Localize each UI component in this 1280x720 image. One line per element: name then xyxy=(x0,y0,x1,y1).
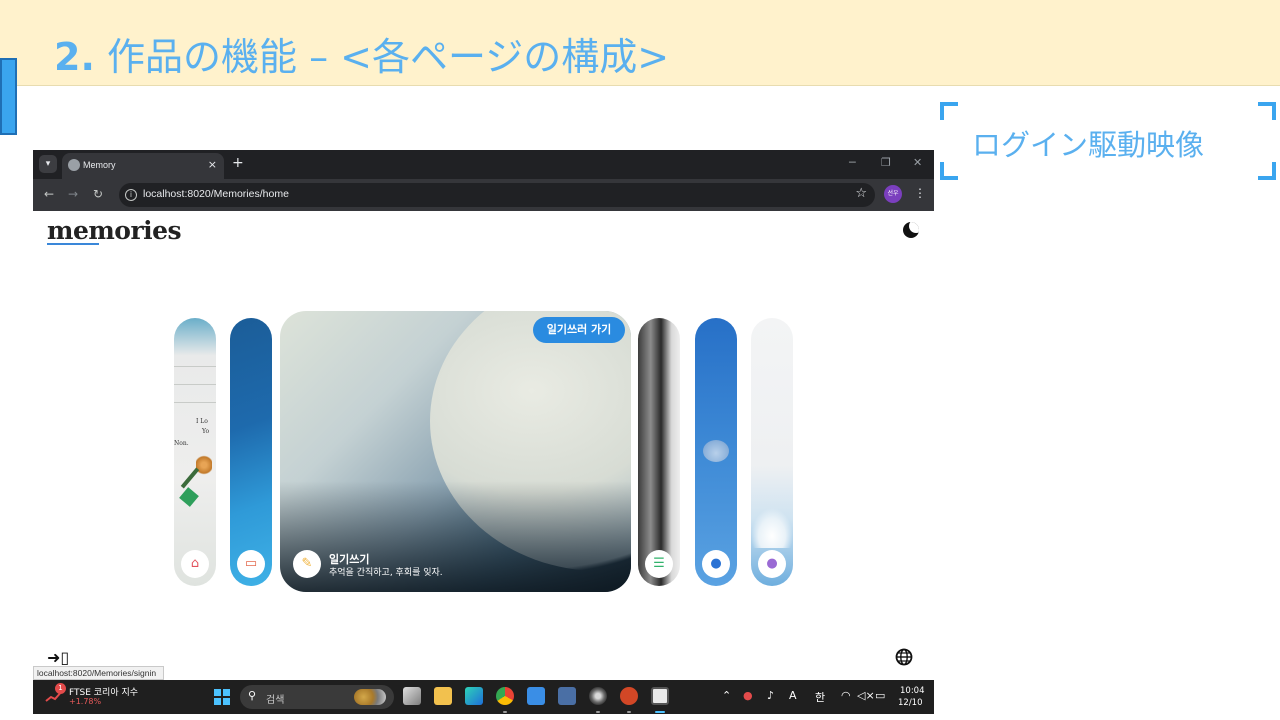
callout-frame: ログイン駆動映像 xyxy=(940,102,1276,180)
new-tab-icon[interactable]: + xyxy=(232,155,244,171)
flower-stem xyxy=(180,467,200,489)
logo-underline xyxy=(47,243,99,245)
paper-line xyxy=(174,384,216,385)
battery-icon[interactable]: ▭ xyxy=(875,689,885,702)
settings-gear-icon[interactable] xyxy=(589,687,607,705)
globe-icon[interactable] xyxy=(895,648,913,666)
callout-corner-tl xyxy=(940,102,958,120)
address-bar-url[interactable]: localhost:8020/Memories/home xyxy=(143,188,289,200)
microphone-icon[interactable]: ♪ xyxy=(767,689,774,702)
wifi-icon[interactable]: ◠ xyxy=(841,689,851,702)
flower-image xyxy=(196,454,212,476)
search-icon: ⚲ xyxy=(248,689,257,702)
profile-avatar[interactable]: 선우 xyxy=(884,185,902,203)
card-chat[interactable]: ● xyxy=(695,318,737,586)
card-paper-text: I Lo xyxy=(196,418,208,425)
diary-card-subtitle: 추억을 간직하고, 후회를 잊자. xyxy=(329,568,443,578)
id-card-icon[interactable]: ▭ xyxy=(237,550,265,578)
tab-favicon-globe-icon xyxy=(68,159,80,171)
browser-tabbar: ▾ Memory × + ─ ❐ ✕ xyxy=(33,150,934,179)
search-highlight-image xyxy=(354,689,386,705)
card-user[interactable]: ● xyxy=(751,318,793,586)
taskbar-clock-date[interactable]: 12/10 xyxy=(898,698,923,708)
back-icon[interactable]: ← xyxy=(44,187,54,201)
tray-app-icon[interactable]: ● xyxy=(743,689,753,702)
minimize-icon[interactable]: ─ xyxy=(849,156,856,169)
title-band: 2. 作品の機能 – <各ページの構成> xyxy=(0,0,1280,86)
windows-taskbar: 1 FTSE 코리아 지수 +1.78% ⚲ 검색 ⌃ ● ♪ A 한 ◠ ◁×… xyxy=(33,680,934,714)
sign-in-icon[interactable]: ➜▯ xyxy=(47,648,69,667)
cloud-image xyxy=(751,508,793,548)
tray-overflow-chevron-icon[interactable]: ⌃ xyxy=(722,689,731,702)
tab-close-icon[interactable]: × xyxy=(208,158,217,171)
chrome-icon[interactable] xyxy=(496,687,514,705)
card-list[interactable]: ☰ xyxy=(638,318,680,586)
widget-badge: 1 xyxy=(55,683,66,694)
tab-search-dropdown-icon[interactable]: ▾ xyxy=(39,155,57,173)
site-logo[interactable]: memories xyxy=(47,216,182,245)
pencil-icon[interactable]: ✎ xyxy=(293,550,321,578)
settings-running-indicator xyxy=(596,711,600,713)
card-home[interactable]: I Lo Yo Non. ⌂ xyxy=(174,318,216,586)
taskbar-search-placeholder: 검색 xyxy=(266,695,285,706)
close-window-icon[interactable]: ✕ xyxy=(913,156,922,169)
go-write-diary-button[interactable]: 일기쓰러 가기 xyxy=(533,317,625,343)
tray-language-indicator[interactable]: A xyxy=(789,689,797,702)
tray-ime-indicator[interactable]: 한 xyxy=(815,689,825,705)
card-profile-card[interactable]: ▭ xyxy=(230,318,272,586)
list-icon[interactable]: ☰ xyxy=(645,550,673,578)
callout-corner-bl xyxy=(940,162,958,180)
card-diary-main[interactable]: ✎ xyxy=(280,311,631,592)
dark-mode-moon-icon[interactable] xyxy=(903,222,919,238)
taskbar-search-box[interactable]: ⚲ 검색 xyxy=(240,685,394,709)
browser-toolbar: ← → ↻ i localhost:8020/Memories/home ☆ 선… xyxy=(33,179,934,211)
address-bar[interactable]: i localhost:8020/Memories/home ☆ xyxy=(119,183,875,207)
paper-line xyxy=(174,402,216,403)
callout-corner-tr xyxy=(1258,102,1276,120)
card-paper-text: Non. xyxy=(174,440,189,447)
paper-line xyxy=(174,366,216,367)
reload-icon[interactable]: ↻ xyxy=(93,187,103,201)
browser-tab[interactable]: Memory × xyxy=(62,153,224,179)
moon-image xyxy=(703,440,729,462)
home-icon[interactable]: ⌂ xyxy=(181,550,209,578)
forward-icon[interactable]: → xyxy=(68,187,78,201)
title-accent-bar xyxy=(0,58,17,135)
green-tape xyxy=(179,487,199,507)
restore-icon[interactable]: ❐ xyxy=(881,156,891,169)
tab-title: Memory xyxy=(83,160,116,170)
taskbar-clock-time[interactable]: 10:04 xyxy=(900,686,925,696)
speaker-mute-icon[interactable]: ◁× xyxy=(857,689,875,702)
powerpoint-icon[interactable] xyxy=(620,687,638,705)
browser-screenshot: ▾ Memory × + ─ ❐ ✕ ← → ↻ i localhost:802… xyxy=(33,150,934,714)
slide-title-number: 2. xyxy=(54,35,95,79)
powerpoint-running-indicator xyxy=(627,711,631,713)
link-status-tooltip: localhost:8020/Memories/signin xyxy=(33,666,164,680)
slide-title-text: 作品の機能 – <各ページの構成> xyxy=(106,35,670,79)
callout-corner-br xyxy=(1258,162,1276,180)
snipping-tool-icon[interactable] xyxy=(651,687,669,705)
task-view-icon[interactable] xyxy=(403,687,421,705)
snipping-active-indicator xyxy=(655,711,665,713)
user-icon[interactable]: ● xyxy=(758,550,786,578)
widget-value: +1.78% xyxy=(69,697,102,706)
browser-menu-icon[interactable]: ⋮ xyxy=(914,186,926,200)
callout-text: ログイン駆動映像 xyxy=(972,128,1205,162)
slide-title: 2. 作品の機能 – <各ページの構成> xyxy=(54,26,669,81)
chat-icon[interactable]: ● xyxy=(702,550,730,578)
calculator-icon[interactable] xyxy=(558,687,576,705)
card-paper-text: Yo xyxy=(202,428,210,435)
bookmark-star-icon[interactable]: ☆ xyxy=(855,186,867,201)
windows-start-icon[interactable] xyxy=(214,689,230,705)
chrome-running-indicator xyxy=(503,711,507,713)
notepad-icon[interactable] xyxy=(527,687,545,705)
file-explorer-icon[interactable] xyxy=(434,687,452,705)
slide: 2. 作品の機能 – <各ページの構成> ログイン駆動映像 ▾ Memory ×… xyxy=(0,0,1280,720)
edge-browser-icon[interactable] xyxy=(465,687,483,705)
site-info-icon[interactable]: i xyxy=(125,189,137,201)
